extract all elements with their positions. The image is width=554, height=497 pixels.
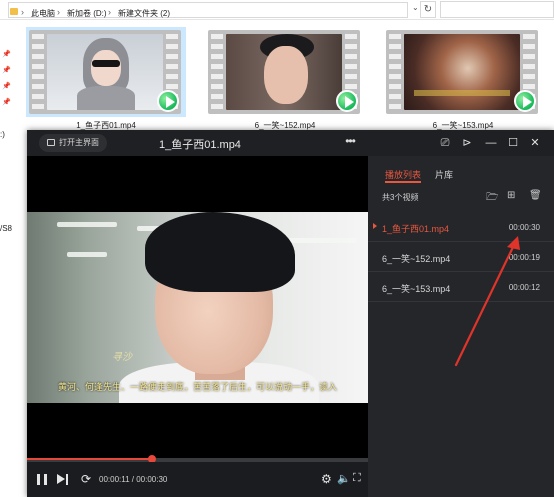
refresh-button[interactable]: ↻ xyxy=(420,1,436,18)
chevron-right-icon: › xyxy=(21,7,24,17)
pin-icon[interactable]: 📌 xyxy=(2,66,11,74)
folder-icon xyxy=(10,8,18,15)
progress-fill xyxy=(27,458,153,460)
fullscreen-icon[interactable]: ⛶ xyxy=(353,472,361,485)
nav-item-fragment[interactable]: /S8 xyxy=(0,224,12,233)
video-film-frame xyxy=(208,30,360,114)
volume-icon[interactable]: 🔈 xyxy=(337,472,351,485)
tab-playlist[interactable]: 播放列表 xyxy=(385,168,421,181)
chevron-down-icon[interactable]: ⌄ xyxy=(412,3,419,12)
time-display: 00:00:11 / 00:00:30 xyxy=(99,475,168,484)
add-folder-icon[interactable]: ⊞ xyxy=(507,190,515,201)
video-film-frame xyxy=(29,30,181,114)
playlist-item[interactable]: 1_鱼子西01.mp4 00:00:30 xyxy=(368,212,554,242)
playback-controls: ⟳ 00:00:11 / 00:00:30 ⚙ 🔈 ⛶ xyxy=(27,462,368,497)
video-subtitle: 黄河、何逢先生、一路便走到底，苦苦落了后生，可以说动一手，读入 xyxy=(57,382,337,392)
play-icon xyxy=(157,90,179,112)
address-box[interactable]: › 此电脑 › 新加卷 (D:) › 新建文件夹 (2) xyxy=(8,2,408,18)
playlist-item-name: 6_一笑~152.mp4 xyxy=(382,254,451,264)
maximize-button[interactable]: ☐ xyxy=(506,136,520,150)
open-main-label: 打开主界面 xyxy=(59,138,99,147)
folder-open-icon[interactable]: 🗁 xyxy=(486,190,498,207)
more-options-button[interactable]: ••• xyxy=(342,135,358,151)
playlist-panel: 播放列表 片库 共3个视频 🗁 ⊞ 🗑 1_鱼子西01.mp4 00:00:30… xyxy=(368,156,554,497)
close-button[interactable]: ✕ xyxy=(528,136,542,150)
address-bar: › 此电脑 › 新加卷 (D:) › 新建文件夹 (2) ⌄ ↻ xyxy=(0,0,554,20)
breadcrumb-this-pc[interactable]: 此电脑 xyxy=(31,8,55,19)
breadcrumb-new-folder[interactable]: 新建文件夹 (2) xyxy=(118,8,170,19)
trash-icon[interactable]: 🗑 xyxy=(529,190,542,201)
video-preview-image xyxy=(404,34,520,110)
tab-library[interactable]: 片库 xyxy=(435,168,453,181)
file-thumbnail[interactable] xyxy=(205,27,365,117)
playlist-item[interactable]: 6_一笑~153.mp4 00:00:12 xyxy=(368,272,554,302)
playlist-item-name: 1_鱼子西01.mp4 xyxy=(382,224,450,234)
monitor-icon xyxy=(47,139,55,146)
playing-indicator-icon xyxy=(373,223,377,229)
video-player-window: 打开主界面 1_鱼子西01.mp4 ••• ⎚ ⊳ — ☐ ✕ 寻沙 黄河、何逢… xyxy=(27,130,554,497)
video-watermark: 寻沙 xyxy=(112,352,132,363)
video-preview-image xyxy=(226,34,342,110)
video-film-frame xyxy=(386,30,538,114)
minimize-button[interactable]: — xyxy=(484,136,498,150)
breadcrumb-drive-d[interactable]: 新加卷 (D:) xyxy=(67,8,107,19)
file-thumbnail[interactable] xyxy=(383,27,543,117)
video-preview-image xyxy=(47,34,163,110)
playlist-item-duration: 00:00:12 xyxy=(508,283,540,292)
video-frame-image: 寻沙 黄河、何逢先生、一路便走到底，苦苦落了后生，可以说动一手，读入 xyxy=(27,212,368,403)
video-count: 共3个视频 xyxy=(382,193,419,202)
file-thumbnail[interactable] xyxy=(26,27,186,117)
chevron-right-icon: › xyxy=(57,7,60,17)
active-tab-indicator xyxy=(385,181,421,183)
pin-icon[interactable]: 📌 xyxy=(2,82,11,90)
playlist-item-name: 6_一笑~153.mp4 xyxy=(382,284,451,294)
pin-icon[interactable]: 📌 xyxy=(2,98,11,106)
pin-icon[interactable]: 📌 xyxy=(2,50,11,58)
video-area[interactable]: 寻沙 黄河、何逢先生、一路便走到底，苦苦落了后生，可以说动一手，读入 xyxy=(27,156,368,458)
playlist-item-duration: 00:00:30 xyxy=(508,223,540,232)
play-icon xyxy=(514,90,536,112)
search-input[interactable] xyxy=(440,1,554,18)
pin-on-top-icon[interactable]: ⊳ xyxy=(460,136,474,150)
navigation-pane: 📌 📌 📌 📌 :) /S8 xyxy=(0,20,12,497)
cast-icon[interactable]: ⎚ xyxy=(438,136,452,150)
loop-icon[interactable]: ⟳ xyxy=(79,472,93,486)
player-titlebar[interactable]: 打开主界面 1_鱼子西01.mp4 ••• ⎚ ⊳ — ☐ ✕ xyxy=(27,130,554,156)
playlist-item-duration: 00:00:19 xyxy=(508,253,540,262)
next-button[interactable] xyxy=(57,474,69,485)
nav-item-fragment[interactable]: :) xyxy=(0,130,5,139)
player-title: 1_鱼子西01.mp4 xyxy=(159,139,241,151)
settings-gear-icon[interactable]: ⚙ xyxy=(321,472,332,486)
play-icon xyxy=(336,90,358,112)
chevron-right-icon: › xyxy=(108,7,111,17)
pause-button[interactable] xyxy=(37,474,47,485)
playlist-item[interactable]: 6_一笑~152.mp4 00:00:19 xyxy=(368,242,554,272)
